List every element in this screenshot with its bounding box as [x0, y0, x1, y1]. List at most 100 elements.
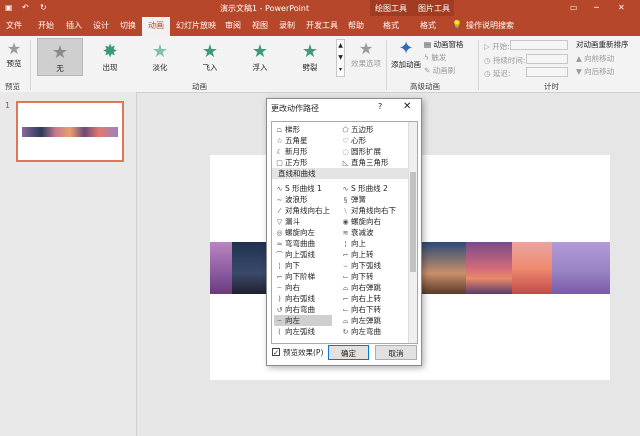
list-item[interactable]: ↻ 向左弯曲 [340, 326, 381, 337]
list-item[interactable]: ∿ S 形曲线 1 [274, 183, 322, 194]
tab-format-drawing[interactable]: 格式 [383, 20, 399, 31]
tab-record[interactable]: 录制 [279, 20, 295, 31]
slide-photo-4[interactable] [466, 242, 512, 294]
reorder-title: 对动画重新排序 [576, 40, 629, 49]
list-item[interactable]: § 弹簧 [340, 194, 366, 205]
tab-review[interactable]: 审阅 [225, 20, 241, 31]
ok-button[interactable]: 确定 [328, 345, 369, 360]
slide-photo-2[interactable] [232, 242, 268, 294]
start-select[interactable] [510, 40, 568, 50]
list-item[interactable]: ◺ 直角三角形 [340, 157, 389, 168]
list-item[interactable]: ⌙ 向下转 [340, 271, 374, 282]
list-item[interactable]: ⁄ 对角线向右上 [274, 205, 330, 216]
item-label: 漏斗 [285, 217, 300, 226]
list-scrollbar[interactable] [408, 122, 417, 343]
help-button[interactable]: ? [378, 102, 382, 111]
redo-icon[interactable]: ↻ [40, 3, 47, 12]
list-item[interactable]: ⌒ 向上弧线 [274, 249, 315, 260]
tab-insert[interactable]: 插入 [66, 20, 82, 31]
animation-pane-button[interactable]: ▤ 动画窗格 [424, 39, 463, 50]
tab-animations[interactable]: 动画 [142, 17, 170, 36]
animation-pane-label: 动画窗格 [433, 40, 464, 49]
list-item[interactable]: (向左弧线 [274, 326, 315, 337]
animation-painter-button[interactable]: ✎ 动画刷 [424, 65, 455, 76]
tab-file[interactable]: 文件 [6, 20, 22, 31]
tab-design[interactable]: 设计 [93, 20, 109, 31]
list-item[interactable]: ↺ 向右弯曲 [274, 304, 315, 315]
move-earlier-button[interactable]: ▲ 向前移动 [576, 53, 614, 64]
slide-photo-1[interactable] [210, 242, 232, 294]
list-item[interactable]: ♡ 心形 [340, 135, 366, 146]
animation-appear[interactable]: ✸ 出现 [87, 38, 133, 76]
list-item[interactable]: ¦ 向下 [274, 260, 300, 271]
slide-photo-6[interactable] [552, 242, 610, 294]
divider [386, 40, 387, 90]
delay-input[interactable] [526, 67, 568, 77]
list-item-selected[interactable]: ┄ 向左 [274, 315, 332, 326]
list-item[interactable]: ⧵ 对角线向右下 [340, 205, 396, 216]
list-item[interactable]: ☾ 新月形 [274, 146, 308, 157]
list-item[interactable]: ∿ S 形曲线 2 [340, 183, 388, 194]
star-icon: ★ [51, 42, 69, 63]
animation-none[interactable]: ★ 无 [37, 38, 83, 76]
list-item[interactable]: ⌐ 向下阶梯 [274, 271, 315, 282]
gallery-scroll[interactable]: ▲ ▼ ▾ [336, 39, 345, 77]
move-later-button[interactable]: ▼ 向后移动 [576, 66, 614, 77]
animation-label: 出现 [102, 63, 118, 72]
effect-options-button[interactable]: ★ 效果选项 [350, 40, 382, 76]
slide-number: 1 [5, 101, 11, 110]
preview-button[interactable]: ★ 预览 [4, 40, 24, 76]
close-window-icon[interactable]: ✕ [618, 3, 625, 12]
list-item[interactable]: ∼ 波浪形 [274, 194, 308, 205]
tab-developer[interactable]: 开发工具 [306, 20, 338, 31]
list-item[interactable]: ⌐ 向上转 [340, 249, 374, 260]
list-item[interactable]: ⌓ 向左弹跳 [340, 315, 381, 326]
list-item[interactable]: ⌓ 向右弹跳 [340, 282, 381, 293]
slide-thumbnail[interactable] [16, 101, 124, 162]
list-item[interactable]: ⌐ 向右上转 [340, 293, 381, 304]
tab-transitions[interactable]: 切换 [120, 20, 136, 31]
animation-split[interactable]: ★ 劈裂 [287, 38, 333, 76]
save-icon[interactable]: ▣ [5, 3, 13, 12]
close-button[interactable]: ✕ [403, 101, 411, 112]
list-item[interactable]: ≈ 弯弯曲曲 [274, 238, 315, 249]
ribbon-display-icon[interactable]: ▭ [570, 3, 578, 12]
list-item[interactable]: ¦ 向上 [340, 238, 366, 249]
tab-help[interactable]: 帮助 [348, 20, 364, 31]
add-animation-button[interactable]: ✦ 添加动画 [390, 39, 422, 77]
cancel-button[interactable]: 取消 [375, 345, 417, 360]
tell-me-search[interactable]: 操作说明搜索 [466, 20, 514, 31]
list-item[interactable]: ⬠ 五边形 [340, 124, 373, 135]
list-item[interactable]: ◉ 螺旋向右 [340, 216, 381, 227]
list-item[interactable]: ⌙ 向右下转 [340, 304, 381, 315]
slide-photo-5[interactable] [512, 242, 552, 294]
animation-fly-in[interactable]: ★ 飞入 [187, 38, 233, 76]
list-item[interactable]: ☆ 五角星 [274, 135, 307, 146]
list-item[interactable]: ⌣ 向下弧线 [340, 260, 381, 271]
list-item[interactable]: □ 正方形 [274, 157, 307, 168]
list-item[interactable]: ┄ 向右 [274, 282, 300, 293]
list-item[interactable]: ⏢ 梯形 [274, 124, 300, 135]
tab-home[interactable]: 开始 [38, 20, 54, 31]
tab-format-picture[interactable]: 格式 [420, 20, 436, 31]
motion-path-list[interactable]: ⏢ 梯形 ☆ 五角星 ☾ 新月形 □ 正方形 直线和曲线 ∿ S 形曲线 1 ∼ 波浪形 ⁄… [271, 121, 418, 344]
duration-input[interactable] [526, 54, 568, 64]
tab-slideshow[interactable]: 幻灯片放映 [176, 20, 216, 31]
animation-fade[interactable]: ★ 淡化 [137, 38, 183, 76]
list-item[interactable]: ◌ 圆形扩展 [340, 146, 381, 157]
list-item[interactable]: ◎ 螺旋向左 [274, 227, 315, 238]
item-label: 新月形 [285, 147, 308, 156]
slide-photo-3[interactable] [420, 242, 466, 294]
undo-icon[interactable]: ↶ [22, 3, 29, 12]
item-label: 直角三角形 [351, 158, 389, 167]
animation-float-in[interactable]: ★ 浮入 [237, 38, 283, 76]
scroll-thumb[interactable] [410, 172, 416, 272]
list-item[interactable]: ▽ 漏斗 [274, 216, 300, 227]
preview-checkbox[interactable]: ✓ [272, 348, 280, 357]
trigger-button[interactable]: ϟ 触发 [424, 52, 446, 63]
list-item[interactable]: ≋ 衰减波 [340, 227, 374, 238]
list-item[interactable]: ) 向右弧线 [274, 293, 315, 304]
minimize-icon[interactable]: ─ [594, 3, 599, 12]
tab-view[interactable]: 视图 [252, 20, 268, 31]
animation-label: 浮入 [252, 63, 268, 72]
